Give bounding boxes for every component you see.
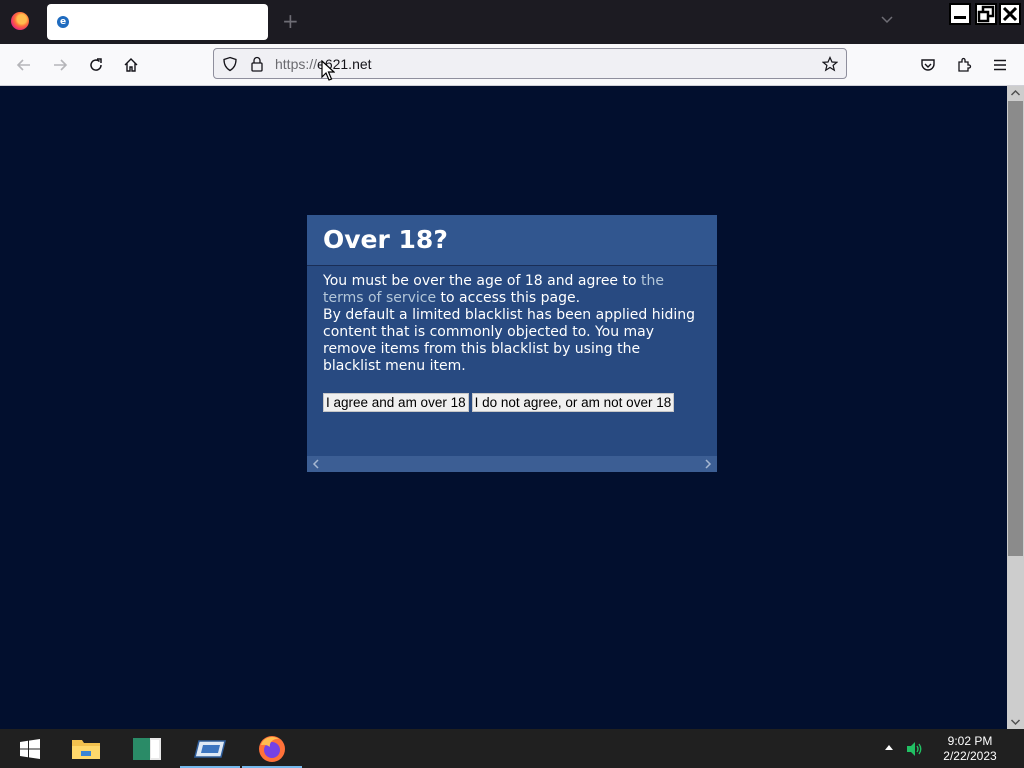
url-scheme: https://: [275, 56, 318, 72]
app-menu-button[interactable]: [990, 55, 1010, 75]
lock-icon[interactable]: [250, 56, 264, 72]
terms-paragraph: You must be over the age of 18 and agree…: [323, 273, 701, 307]
list-all-tabs-icon[interactable]: [880, 12, 894, 26]
home-button[interactable]: [121, 55, 141, 75]
close-window-button[interactable]: [999, 3, 1021, 25]
new-tab-button[interactable]: +: [282, 10, 299, 32]
scroll-right-arrow-icon[interactable]: [703, 458, 713, 470]
browser-tab[interactable]: e: [47, 4, 268, 40]
clock-date: 2/22/2023: [943, 749, 997, 763]
tab-strip: e +: [0, 0, 1024, 44]
firefox-taskbar-button[interactable]: [242, 729, 302, 768]
firefox-menu-icon[interactable]: [11, 12, 29, 30]
firefox-icon: [259, 735, 285, 762]
scroll-up-arrow-icon[interactable]: [1010, 88, 1021, 98]
start-button[interactable]: [0, 729, 60, 768]
agree-button[interactable]: I agree and am over 18: [323, 393, 469, 412]
pocket-icon: [921, 59, 935, 71]
file-explorer-taskbar-button[interactable]: [56, 729, 116, 768]
page-content: Over 18? You must be over the age of 18 …: [0, 86, 1007, 729]
show-hidden-icons-icon[interactable]: [884, 743, 894, 751]
site-favicon-icon: e: [57, 16, 69, 28]
scrollbar-thumb[interactable]: [1008, 101, 1023, 556]
close-icon: [1002, 6, 1018, 22]
volume-icon[interactable]: [906, 741, 924, 757]
forward-button[interactable]: [50, 55, 70, 75]
dialog-body: You must be over the age of 18 and agree…: [307, 266, 717, 375]
navigation-toolbar: https://e621.net: [0, 44, 1024, 86]
system-clock[interactable]: 9:02 PM 2/22/2023: [930, 734, 1010, 764]
reload-button[interactable]: [86, 55, 106, 75]
back-arrow-icon: [16, 59, 30, 71]
forward-arrow-icon: [54, 59, 68, 71]
age-verification-dialog: Over 18? You must be over the age of 18 …: [307, 215, 717, 472]
reload-icon: [90, 58, 102, 71]
clock-time: 9:02 PM: [947, 734, 993, 748]
scroll-left-arrow-icon[interactable]: [311, 458, 321, 470]
blacklist-paragraph: By default a limited blacklist has been …: [323, 307, 696, 374]
bookmark-star-icon[interactable]: [822, 56, 838, 72]
extensions-button[interactable]: [954, 55, 974, 75]
folder-icon: [72, 739, 100, 759]
dialog-title: Over 18?: [323, 225, 448, 254]
window-app-icon: [133, 737, 161, 760]
back-button[interactable]: [14, 55, 34, 75]
windows-logo-icon: [20, 738, 40, 759]
dialog-header: Over 18?: [307, 215, 717, 266]
drive-icon: [194, 739, 226, 758]
address-bar[interactable]: https://e621.net: [213, 48, 847, 79]
app-taskbar-button[interactable]: [117, 729, 177, 768]
scroll-down-arrow-icon[interactable]: [1010, 717, 1021, 727]
minimize-icon: [954, 16, 966, 19]
puzzle-piece-icon: [958, 57, 972, 72]
restore-button[interactable]: [975, 3, 997, 25]
restore-icon: [977, 5, 995, 23]
page-vertical-scrollbar[interactable]: [1007, 86, 1024, 729]
disagree-button[interactable]: I do not agree, or am not over 18: [471, 393, 675, 412]
minimize-button[interactable]: [949, 3, 971, 25]
pocket-button[interactable]: [918, 55, 938, 75]
terms-text-before: You must be over the age of 18 and agree…: [323, 273, 641, 289]
tracking-protection-shield-icon[interactable]: [222, 56, 238, 72]
mouse-cursor-icon: [321, 60, 335, 81]
dialog-horizontal-scrollbar[interactable]: [307, 456, 717, 472]
home-icon: [124, 58, 138, 72]
disk-app-taskbar-button[interactable]: [180, 729, 240, 768]
terms-text-after: to access this page.: [436, 290, 581, 306]
dialog-button-row: I agree and am over 18 I do not agree, or…: [323, 392, 677, 412]
windows-taskbar: 9:02 PM 2/22/2023: [0, 729, 1024, 768]
hamburger-menu-icon: [994, 59, 1006, 71]
